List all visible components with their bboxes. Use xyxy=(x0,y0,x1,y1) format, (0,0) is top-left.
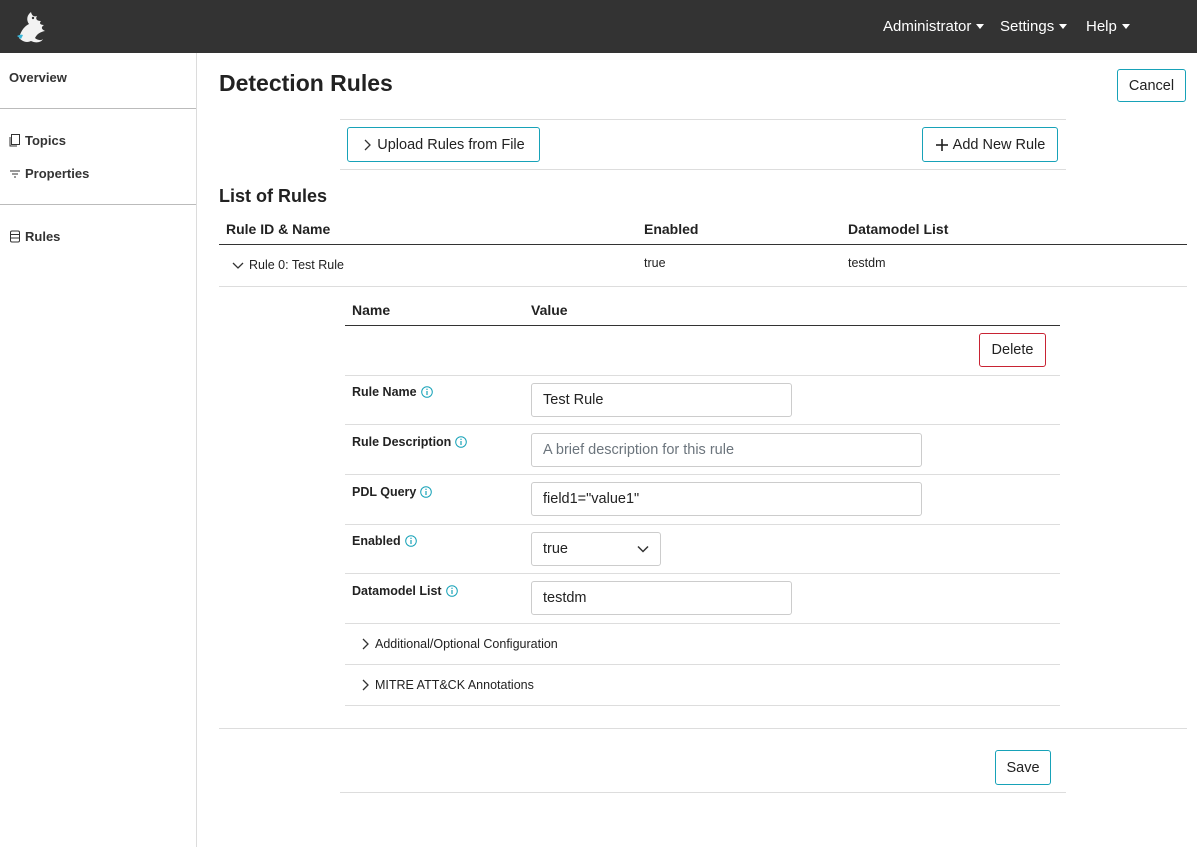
rule-name-input[interactable] xyxy=(531,383,792,417)
divider xyxy=(340,792,1066,793)
divider xyxy=(345,474,1060,475)
sidebar-item-topics[interactable]: Topics xyxy=(9,133,66,148)
divider xyxy=(340,119,1066,120)
divider xyxy=(345,664,1060,665)
divider xyxy=(345,424,1060,425)
info-icon[interactable] xyxy=(420,486,433,498)
info-icon[interactable] xyxy=(420,386,433,398)
pdl-query-input[interactable] xyxy=(531,482,922,516)
info-icon[interactable] xyxy=(455,436,468,448)
sidebar-divider xyxy=(0,204,196,205)
list-of-rules-title: List of Rules xyxy=(219,186,328,206)
rule-description-input[interactable] xyxy=(531,433,922,467)
additional-config-label: Additional/Optional Configuration xyxy=(375,637,558,651)
upload-rules-button[interactable]: Upload Rules from File xyxy=(347,127,540,162)
rule-name-label: Rule Name xyxy=(352,385,433,399)
enabled-label-text: Enabled xyxy=(352,534,401,548)
database-icon xyxy=(10,230,20,243)
settings-menu[interactable]: Settings xyxy=(1000,0,1068,53)
administrator-menu[interactable]: Administrator xyxy=(883,0,985,53)
sidebar-item-rules[interactable]: Rules xyxy=(9,229,60,244)
datamodel-list-label: Datamodel List xyxy=(352,584,458,598)
administrator-menu-label: Administrator xyxy=(883,18,972,35)
rule-description-label: Rule Description xyxy=(352,435,468,449)
divider xyxy=(219,286,1187,287)
top-navbar: Administrator Settings Help xyxy=(0,0,1197,53)
column-header-datamodel: Datamodel List xyxy=(848,221,949,237)
column-header-value: Value xyxy=(531,302,568,318)
chevron-down-icon xyxy=(232,262,244,269)
chevron-down-icon xyxy=(637,545,649,553)
add-new-rule-button[interactable]: Add New Rule xyxy=(922,127,1058,162)
subtable-header-divider xyxy=(345,325,1060,326)
divider xyxy=(345,375,1060,376)
divider xyxy=(345,524,1060,525)
sidebar-item-overview[interactable]: Overview xyxy=(9,70,67,85)
table-header-divider xyxy=(219,244,1187,245)
sidebar-item-label: Overview xyxy=(9,70,67,85)
caret-down-icon xyxy=(1059,24,1068,29)
help-menu-label: Help xyxy=(1086,18,1117,35)
caret-down-icon xyxy=(976,24,985,29)
rule-name-label-text: Rule Name xyxy=(352,385,417,399)
upload-rules-label: Upload Rules from File xyxy=(377,136,525,153)
sidebar-item-label: Properties xyxy=(25,166,90,181)
rule-name-cell: Rule 0: Test Rule xyxy=(249,258,344,272)
sidebar-item-properties[interactable]: Properties xyxy=(9,166,89,181)
divider xyxy=(345,623,1060,624)
datamodel-list-input[interactable] xyxy=(531,581,792,615)
mitre-annotations-toggle[interactable]: MITRE ATT&CK Annotations xyxy=(360,678,534,692)
divider xyxy=(345,573,1060,574)
column-header-rule: Rule ID & Name xyxy=(226,221,331,237)
divider xyxy=(340,169,1066,170)
rule-row-toggle[interactable]: Rule 0: Test Rule xyxy=(232,258,344,272)
column-header-name: Name xyxy=(352,302,391,318)
enabled-select[interactable]: true xyxy=(531,532,661,566)
help-menu[interactable]: Help xyxy=(1086,0,1130,53)
chevron-right-icon xyxy=(362,679,369,691)
caret-down-icon xyxy=(1121,24,1130,29)
sidebar: Overview Topics Properties Rules xyxy=(0,53,197,847)
divider xyxy=(345,705,1060,706)
add-new-rule-label: Add New Rule xyxy=(952,136,1046,153)
rule-description-label-text: Rule Description xyxy=(352,435,452,449)
info-icon[interactable] xyxy=(404,535,417,547)
sidebar-item-label: Topics xyxy=(25,133,66,148)
sidebar-item-label: Rules xyxy=(25,229,61,244)
divider xyxy=(219,728,1187,729)
delete-button[interactable]: Delete xyxy=(979,333,1046,367)
plus-icon xyxy=(935,138,948,151)
mitre-annotations-label: MITRE ATT&CK Annotations xyxy=(375,678,534,692)
chevron-right-icon xyxy=(364,139,372,150)
page-title: Detection Rules xyxy=(219,70,393,96)
datamodel-list-label-text: Datamodel List xyxy=(352,584,442,598)
dragon-logo-icon[interactable] xyxy=(11,8,51,44)
chevron-right-icon xyxy=(362,638,369,650)
rule-enabled-cell: true xyxy=(644,256,666,270)
cancel-button[interactable]: Cancel xyxy=(1117,69,1186,102)
filter-icon xyxy=(10,170,20,177)
pdl-query-label-text: PDL Query xyxy=(352,485,417,499)
info-icon[interactable] xyxy=(445,585,458,597)
pdl-query-label: PDL Query xyxy=(352,485,433,499)
column-header-enabled: Enabled xyxy=(644,221,699,237)
rule-datamodel-cell: testdm xyxy=(848,256,886,270)
additional-config-toggle[interactable]: Additional/Optional Configuration xyxy=(360,637,558,651)
enabled-select-value: true xyxy=(543,541,568,557)
enabled-label: Enabled xyxy=(352,534,417,548)
copy-icon xyxy=(9,134,20,147)
save-button[interactable]: Save xyxy=(995,750,1051,785)
settings-menu-label: Settings xyxy=(1000,18,1055,35)
sidebar-divider xyxy=(0,108,196,109)
